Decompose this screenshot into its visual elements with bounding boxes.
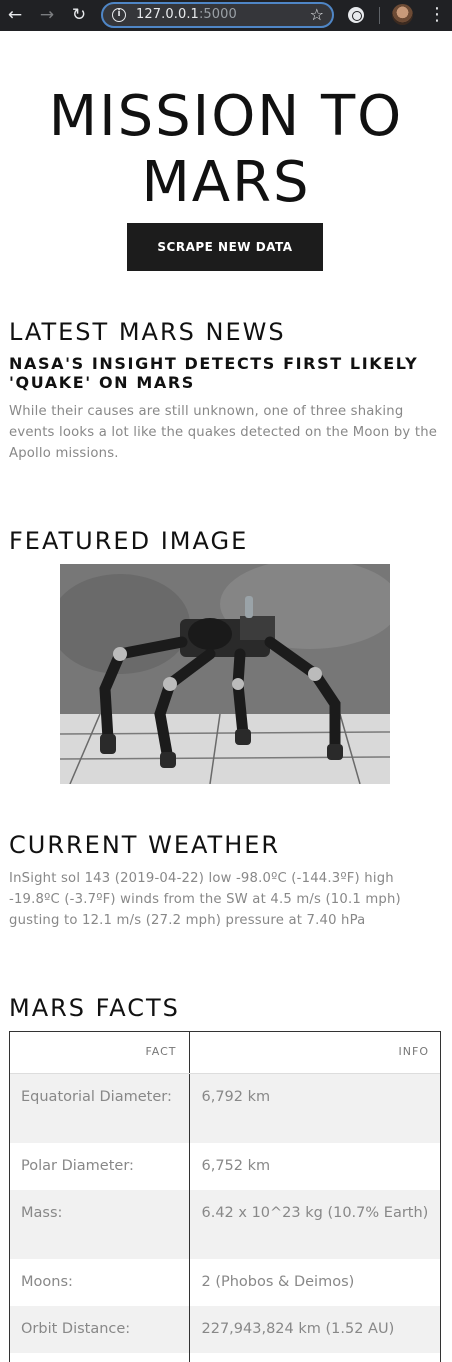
- address-bar[interactable]: i 127.0.0.1:5000 ☆: [101, 2, 334, 28]
- toolbar-divider: [379, 7, 380, 24]
- page-title: MISSION TO MARS: [48, 84, 404, 215]
- news-heading: LATEST MARS NEWS: [9, 318, 286, 346]
- weather-heading: CURRENT WEATHER: [9, 831, 281, 859]
- kebab-menu-icon[interactable]: ⋮: [428, 4, 446, 26]
- fact-cell: Orbit Distance:: [9, 1306, 190, 1353]
- info-cell: 6,752 km: [201, 1158, 271, 1174]
- info-icon[interactable]: i: [112, 8, 126, 22]
- bookmark-star-icon[interactable]: ☆: [310, 5, 324, 24]
- fact-cell: Mass:: [9, 1190, 190, 1259]
- table-row: Polar Diameter: 6,752 km: [9, 1143, 441, 1190]
- facts-heading: MARS FACTS: [9, 994, 180, 1022]
- reload-icon[interactable]: ↻: [68, 4, 90, 26]
- extension-icon[interactable]: [348, 7, 364, 23]
- table-row: Mass: 6.42 x 10^23 kg (10.7% Earth): [9, 1190, 441, 1259]
- info-cell: 6.42 x 10^23 kg (10.7% Earth): [189, 1190, 441, 1259]
- table-header-row: FACT INFO: [9, 1031, 441, 1074]
- fact-cell: Polar Diameter:: [9, 1143, 190, 1190]
- table-row: Orbit Distance: 227,943,824 km (1.52 AU): [9, 1306, 441, 1353]
- browser-toolbar: ← → ↻ i 127.0.0.1:5000 ☆ ⋮: [0, 0, 452, 31]
- robot-rover-photo-icon: [60, 564, 390, 784]
- column-header-info: INFO: [189, 1031, 441, 1074]
- info-cell: 2 (Phobos & Deimos): [201, 1274, 355, 1290]
- news-paragraph: While their causes are still unknown, on…: [9, 404, 438, 461]
- news-title: NASA'S INSIGHT DETECTS FIRST LIKELY 'QUA…: [9, 354, 419, 392]
- mars-facts-table: FACT INFO Equatorial Diameter: 6,792 km …: [9, 1031, 441, 1362]
- fact-cell: [9, 1353, 190, 1362]
- featured-image-heading: FEATURED IMAGE: [9, 527, 249, 555]
- info-cell: 6,792 km: [189, 1073, 441, 1143]
- url-host: 127.0.0.1: [136, 7, 199, 22]
- table-row: [9, 1353, 441, 1362]
- scrape-new-data-button[interactable]: SCRAPE NEW DATA: [127, 223, 323, 271]
- column-header-fact: FACT: [9, 1031, 190, 1074]
- info-cell: 227,943,824 km (1.52 AU): [189, 1306, 441, 1353]
- url-port: :5000: [198, 7, 237, 22]
- info-cell: [189, 1353, 441, 1362]
- fact-cell: Equatorial Diameter:: [9, 1073, 190, 1143]
- profile-avatar[interactable]: [392, 4, 413, 25]
- back-arrow-icon[interactable]: ←: [4, 4, 26, 26]
- table-row: Moons: 2 (Phobos & Deimos): [9, 1259, 441, 1306]
- featured-image: [60, 564, 390, 784]
- fact-cell: Moons:: [9, 1259, 190, 1306]
- address-url: 127.0.0.1:5000: [136, 7, 237, 22]
- weather-text: InSight sol 143 (2019-04-22) low -98.0ºC…: [9, 871, 401, 928]
- forward-arrow-icon[interactable]: →: [36, 4, 58, 26]
- table-row: Equatorial Diameter: 6,792 km: [9, 1073, 441, 1143]
